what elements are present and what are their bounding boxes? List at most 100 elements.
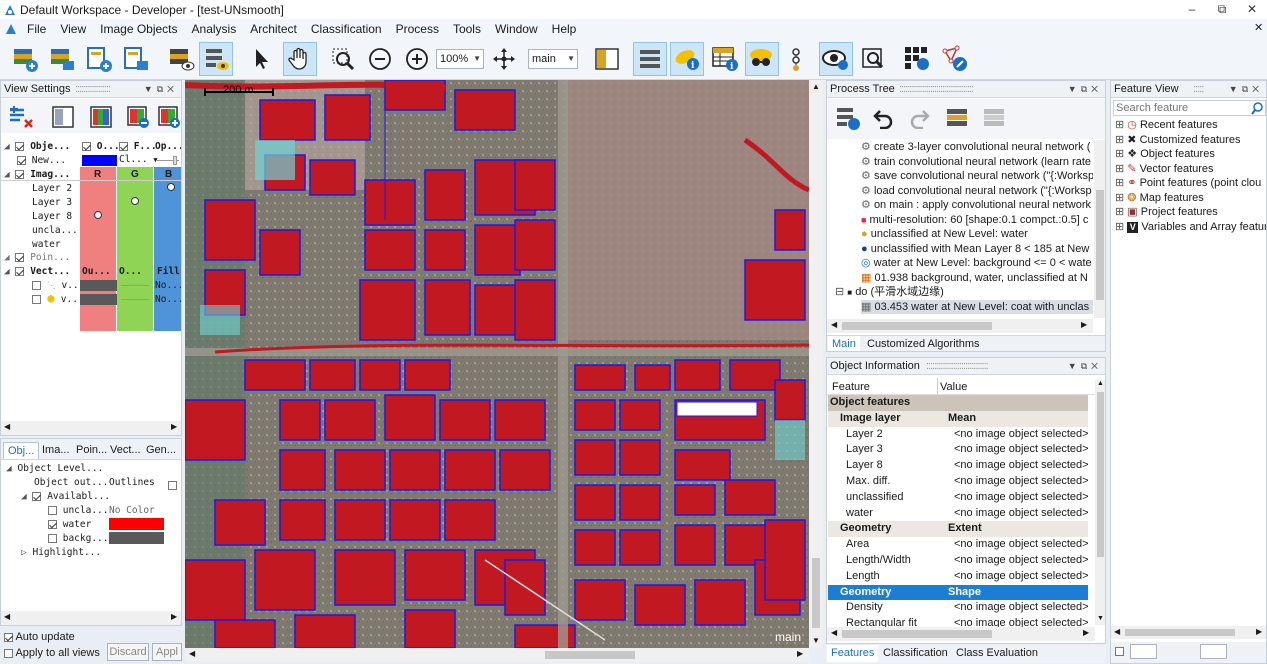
discard-button[interactable]: Discard bbox=[107, 643, 149, 661]
vector-outline-swatch[interactable] bbox=[80, 294, 117, 305]
blue-channel-radio[interactable] bbox=[167, 183, 175, 191]
background-checkbox[interactable] bbox=[48, 534, 57, 543]
red-channel-radio[interactable] bbox=[94, 211, 102, 219]
expand-icon[interactable]: ⊞ bbox=[1115, 177, 1124, 189]
process-tree-hscroll-thumb[interactable] bbox=[842, 322, 992, 330]
edit-vector-button[interactable] bbox=[938, 42, 972, 76]
process-row-selected[interactable]: ▦ 03.453 water at New Level: coat with u… bbox=[861, 299, 1093, 314]
select-tool-button[interactable] bbox=[245, 42, 279, 76]
satellite-image[interactable] bbox=[185, 80, 809, 648]
vector-outline-swatch[interactable] bbox=[80, 280, 117, 291]
pan-tool-button[interactable] bbox=[283, 42, 317, 76]
tab-objects[interactable]: Obj... bbox=[3, 442, 40, 459]
menu-image-objects[interactable]: Image Objects bbox=[93, 19, 184, 39]
scroll-left-icon[interactable]: ◀ bbox=[1114, 627, 1120, 636]
collapse-icon[interactable]: ⊟ bbox=[835, 286, 844, 298]
zoom-area-button[interactable] bbox=[326, 42, 360, 76]
panel-controls-icon[interactable]: ▼⧉✕ bbox=[1068, 358, 1102, 374]
class-hierarchy-button[interactable]: i bbox=[670, 42, 704, 76]
process-row[interactable]: ⚙ train convolutional neural network (le… bbox=[861, 155, 1091, 170]
map-view[interactable]: 200 m main bbox=[185, 80, 809, 648]
scroll-left-icon[interactable]: ◀ bbox=[4, 422, 10, 431]
filter-checkbox[interactable] bbox=[1115, 645, 1124, 657]
image-object-info-button[interactable]: i bbox=[708, 42, 742, 76]
vector-opacity-slider[interactable] bbox=[121, 285, 149, 286]
water-checkbox[interactable] bbox=[48, 520, 57, 529]
menu-tools[interactable]: Tools bbox=[446, 19, 488, 39]
menu-process[interactable]: Process bbox=[389, 19, 446, 39]
redo-icon[interactable] bbox=[909, 107, 931, 129]
lower-left-hscroll[interactable]: ◀ ▶ bbox=[1, 611, 181, 625]
feature-row[interactable]: Length <no image object selected> bbox=[828, 569, 1089, 585]
feature-search-box[interactable] bbox=[1113, 100, 1266, 116]
expand-icon[interactable]: ⊞ bbox=[1115, 134, 1124, 146]
available-checkbox[interactable] bbox=[32, 492, 42, 501]
vector-checkbox[interactable] bbox=[32, 281, 41, 290]
new-workspace-button[interactable] bbox=[82, 42, 116, 76]
fill-checkbox[interactable] bbox=[119, 142, 128, 151]
process-tree-hscroll[interactable]: ◀ ▶ bbox=[827, 319, 1093, 333]
tab-customized-algorithms[interactable]: Customized Algorithms bbox=[863, 336, 984, 351]
scroll-up-icon[interactable]: ▲ bbox=[1097, 380, 1104, 387]
zoom-in-button[interactable] bbox=[400, 42, 434, 76]
menu-help[interactable]: Help bbox=[545, 19, 584, 39]
feature-recent[interactable]: ⊞ ◷ Recent features bbox=[1115, 118, 1218, 133]
feature-group-row[interactable]: Object features bbox=[828, 395, 1088, 411]
object-info-hscroll-thumb[interactable] bbox=[842, 630, 992, 638]
new-level-color-swatch[interactable] bbox=[82, 155, 117, 166]
vector-opacity-slider[interactable] bbox=[121, 299, 149, 300]
find-button[interactable] bbox=[856, 42, 890, 76]
view-settings-hscroll[interactable]: ◀ ▶ bbox=[1, 421, 181, 435]
unclassified-checkbox[interactable] bbox=[48, 506, 57, 515]
tab-classification[interactable]: Classification bbox=[879, 645, 952, 662]
scroll-left-icon[interactable]: ◀ bbox=[831, 628, 837, 637]
object-info-hscroll[interactable]: ◀ ▶ bbox=[827, 627, 1095, 641]
stack-disabled-icon[interactable] bbox=[981, 105, 1009, 131]
green-channel-radio[interactable] bbox=[131, 197, 139, 205]
close-button[interactable]: ✕ bbox=[1237, 0, 1267, 19]
zoom-out-button[interactable] bbox=[363, 42, 397, 76]
tab-image[interactable]: Ima... bbox=[38, 442, 74, 459]
map-combo[interactable]: main ▼ bbox=[528, 49, 578, 69]
feature-group-row[interactable]: Image layer Mean bbox=[828, 410, 1088, 427]
new-project-button[interactable] bbox=[8, 42, 42, 76]
map-hscroll[interactable]: ◀ ▶ bbox=[185, 648, 809, 662]
feature-variables[interactable]: ⊞ V Variables and Array featur bbox=[1115, 220, 1266, 235]
tab-main[interactable]: Main bbox=[828, 336, 860, 351]
map-vscroll-thumb[interactable] bbox=[812, 558, 820, 628]
panel-controls-icon[interactable]: ▼⧉✕ bbox=[144, 81, 178, 97]
feature-row[interactable]: Max. diff. <no image object selected> bbox=[828, 474, 1089, 490]
feature-row[interactable]: Layer 2 <no image object selected> bbox=[828, 427, 1089, 443]
image-layers-checkbox[interactable] bbox=[15, 170, 25, 179]
auto-update-checkbox[interactable] bbox=[4, 632, 13, 642]
apply-all-row[interactable]: Apply to all views bbox=[4, 647, 100, 659]
new-level-checkbox[interactable] bbox=[17, 156, 26, 165]
range-min-input[interactable] bbox=[1130, 644, 1157, 659]
menu-view[interactable]: View bbox=[53, 19, 93, 39]
panel-controls-icon[interactable]: ▼⧉✕ bbox=[1229, 81, 1263, 97]
menu-architect[interactable]: Architect bbox=[243, 19, 304, 39]
apply-button[interactable]: Appl bbox=[152, 643, 182, 661]
process-row[interactable]: ⚙ create 3-layer convolutional neural ne… bbox=[861, 140, 1090, 155]
expand-icon[interactable]: ⊞ bbox=[1115, 119, 1124, 131]
class-row-water[interactable]: water bbox=[48, 519, 91, 530]
auto-update-row[interactable]: Auto update bbox=[4, 631, 75, 643]
expand-icon[interactable]: ⊞ bbox=[1115, 148, 1124, 160]
menu-file[interactable]: File bbox=[20, 19, 53, 39]
view-settings-button[interactable] bbox=[819, 42, 853, 76]
feature-vector[interactable]: ⊞ ✎ Vector features bbox=[1115, 162, 1214, 177]
scroll-up-icon[interactable]: ▲ bbox=[812, 82, 820, 91]
process-row[interactable]: ▦ 01.938 background, water, unclassified… bbox=[861, 271, 1088, 286]
expand-icon[interactable]: ⊞ bbox=[1115, 192, 1124, 204]
process-row[interactable]: ⚙ load convolutional neural network ("{:… bbox=[861, 184, 1092, 199]
outlines-checkbox[interactable] bbox=[168, 480, 177, 490]
feature-row[interactable]: Rectangular fit <no image object selected… bbox=[828, 616, 1089, 627]
rgb-mix-icon[interactable] bbox=[89, 105, 113, 129]
layer-add-icon[interactable] bbox=[157, 105, 181, 129]
opacity-slider-handle[interactable] bbox=[173, 156, 177, 165]
panel-controls-icon[interactable]: ▼⧉✕ bbox=[1068, 81, 1102, 97]
class-row-unclassified[interactable]: uncla... bbox=[48, 505, 109, 516]
column-value[interactable]: Value bbox=[940, 381, 967, 393]
pan-center-button[interactable] bbox=[487, 42, 521, 76]
process-row[interactable]: ◎ water at New Level: background <= 0 < … bbox=[861, 256, 1092, 271]
